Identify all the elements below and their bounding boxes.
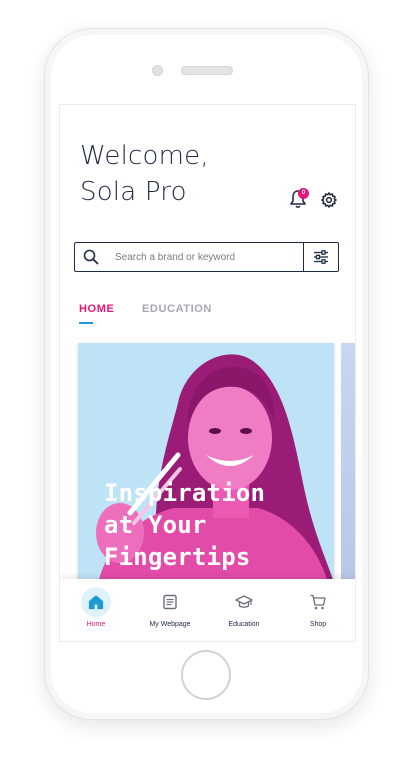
nav-shop-label: Shop [309,621,327,628]
welcome-line-1: Welcome, [80,141,209,171]
graduation-cap-icon [235,595,253,608]
gear-icon[interactable] [320,191,338,209]
hero-headline: Inspiration at Your Fingertips [104,477,265,573]
notification-badge: 0 [298,188,309,199]
hero-line-2: at Your [104,511,207,539]
nav-shop[interactable]: Shop [282,579,354,641]
bottom-navigation: Home My Webpage Education Shop [60,579,355,641]
welcome-heading: Welcome, Sola Pro [80,138,209,210]
search-bar [74,242,339,272]
speaker [181,66,233,75]
tab-home[interactable]: HOME [79,303,114,315]
active-tab-indicator [79,322,93,324]
search-icon [83,249,99,265]
nav-education[interactable]: Education [208,579,280,641]
app-screen: Welcome, Sola Pro 0 Search a brand or ke… [59,104,356,642]
hero-line-1: Inspiration [104,479,266,507]
webpage-icon [163,594,177,610]
search-input[interactable] [115,247,295,267]
home-icon [88,595,104,610]
nav-education-label: Education [228,621,260,628]
nav-home-label: Home [86,621,106,628]
cart-icon [310,594,326,610]
filter-button[interactable] [303,243,338,271]
camera [152,65,163,76]
hero-card[interactable]: Inspiration at Your Fingertips [78,343,334,583]
welcome-line-2: Sola Pro [80,177,187,207]
nav-home[interactable]: Home [60,579,132,641]
next-card-peek[interactable] [341,343,355,583]
nav-my-webpage[interactable]: My Webpage [134,579,206,641]
hero-line-3: Fingertips [104,543,251,571]
sliders-icon [314,250,328,264]
tab-education[interactable]: EDUCATION [142,303,212,315]
home-hardware-button[interactable] [181,650,231,700]
nav-my-webpage-label: My Webpage [149,621,191,628]
